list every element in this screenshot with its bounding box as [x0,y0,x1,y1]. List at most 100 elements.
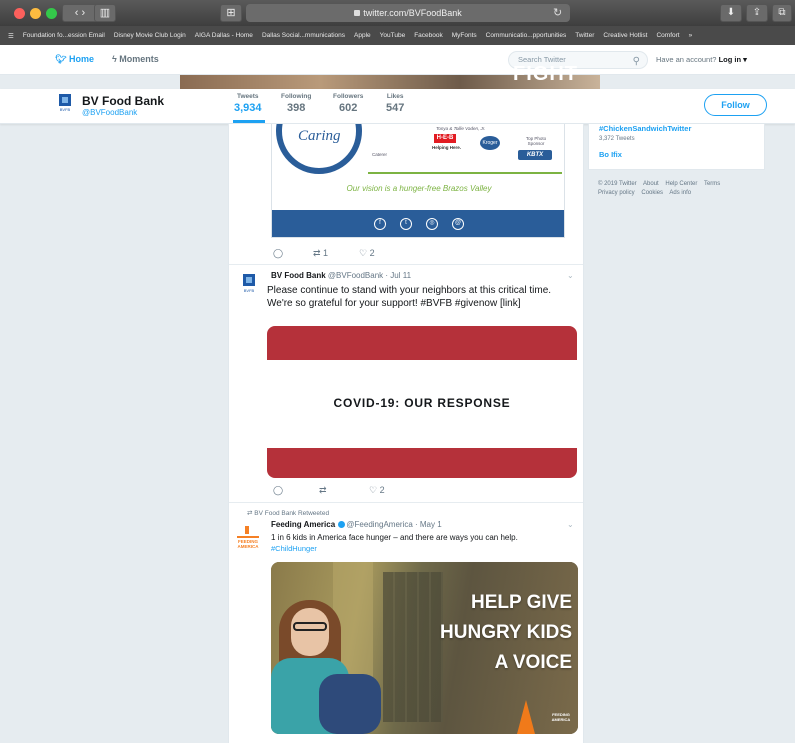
stat-followers[interactable]: Followers 602 [333,93,363,114]
share-icon[interactable]: ⇪ [746,4,768,22]
retweet-icon[interactable]: ⇄ 1 [313,248,328,259]
tweet-divider [229,502,583,503]
bookmarks-bar: ☰ Foundation fo...ession Email Disney Mo… [0,26,795,45]
lightning-icon: ϟ [112,54,117,64]
like-icon[interactable]: ♡ 2 [359,248,375,259]
profile-avatar[interactable]: BVFB [56,94,74,112]
tweet-image-card[interactable]: Caring Tonya & Tollie Vaden, Jr. H-E-B H… [271,124,565,238]
feeding-america-mark: FEEDING AMERICA [551,712,571,722]
chevron-down-icon[interactable]: ⌄ [567,520,574,529]
kbtx-logo: KBTX [518,150,552,160]
footer-link-ads[interactable]: Ads info [669,190,691,196]
image-headline: HELP GIVE [470,592,572,613]
instagram-icon: ◎ [426,218,438,230]
follow-button[interactable]: Follow [704,94,767,116]
address-bar[interactable]: twitter.com/BVFoodBank [246,4,570,22]
bookmark-item[interactable]: Comfort [656,32,679,39]
timeline: Caring Tonya & Tollie Vaden, Jr. H-E-B H… [228,124,584,743]
bookmark-item[interactable]: MyFonts [452,32,477,39]
verified-icon [338,521,346,528]
bookmark-item[interactable]: Dallas Social...mmunications [262,32,345,39]
bookmark-item[interactable]: Apple [354,32,371,39]
banner-text: FIGHT [513,63,578,85]
new-tab-icon[interactable]: ⧉ [772,4,792,22]
bookmark-item[interactable]: Facebook [414,32,443,39]
retweet-context[interactable]: ⇄ BV Food Bank Retweeted [247,509,329,517]
stat-likes[interactable]: Likes 547 [386,93,404,114]
nav-moments[interactable]: ϟ Moments [112,54,159,64]
retweet-icon: ⇄ [247,510,253,517]
hashtag-link[interactable]: #ChildHunger [271,544,317,553]
reload-icon[interactable]: ↻ [553,4,562,22]
bookmark-item[interactable]: Communicatio...pportunities [486,32,567,39]
stat-tweets[interactable]: Tweets 3,934 [234,93,262,114]
heb-logo: H-E-B [434,134,456,143]
facebook-icon: f [374,218,386,230]
search-icon[interactable]: ⚲ [633,54,640,70]
sidebar-toggle-icon[interactable]: ▥ [94,4,116,22]
copyright: © 2019 Twitter [598,181,637,187]
download-icon[interactable]: ⬇ [720,4,742,22]
trend-count: 3,372 Tweets [599,136,635,142]
avatar[interactable]: FEEDING AMERICA [235,526,261,549]
tweet-author[interactable]: BV Food Bank @BVFoodBank · Jul 11 [271,271,411,280]
trends-card: #ChickenSandwichTwitter 3,372 Tweets Bo … [588,124,765,170]
footer-link-privacy[interactable]: Privacy policy [598,190,635,196]
tweet-author[interactable]: Feeding America @FeedingAmerica · May 1 [271,520,442,529]
like-icon[interactable]: ♡ 2 [369,485,385,496]
bookmarks-list-icon[interactable]: ☰ [8,32,14,40]
back-forward-buttons[interactable]: ‹ › [62,4,98,22]
image-headline: COVID-19: OUR RESPONSE [333,396,511,410]
trend-link[interactable]: Bo Ifix [599,150,622,159]
bookmark-item[interactable]: YouTube [380,32,406,39]
close-window-button[interactable] [14,8,25,19]
chevron-down-icon[interactable]: ⌄ [567,271,574,280]
bookmark-item[interactable]: Disney Movie Club Login [114,32,186,39]
footer-link-cookies[interactable]: Cookies [641,190,663,196]
social-bar: f t ◎ @ [272,210,564,237]
reply-icon[interactable]: ◯ [273,485,283,496]
profile-name[interactable]: BV Food Bank [82,94,164,108]
twitter-bird-icon: 🐦︎ [55,54,67,64]
tweet-actions: ◯ ⇄ 1 ♡ 2 [273,248,473,262]
bookmark-item[interactable]: AIGA Dallas - Home [195,32,253,39]
zoom-window-button[interactable] [46,8,57,19]
tweet-image[interactable]: COVID-19: OUR RESPONSE [267,326,577,478]
bookmark-item[interactable]: Creative Hotlist [603,32,647,39]
bookmarks-overflow-icon[interactable]: » [689,32,693,39]
active-tab-indicator [233,120,265,123]
bookmark-item[interactable]: Twitter [575,32,594,39]
tweet-date[interactable]: Jul 11 [390,271,411,280]
login-prompt: Have an account? Log in ▾ [656,55,747,64]
chevron-down-icon[interactable]: ▾ [741,55,747,64]
divider [368,172,562,174]
profile-nav: BVFB BV Food Bank @BVFoodBank Tweets 3,93… [0,89,795,124]
footer-link-help[interactable]: Help Center [665,181,697,187]
caring-text: Caring [298,128,341,144]
tweet-date[interactable]: May 1 [420,520,442,529]
twitter-icon: t [400,218,412,230]
tab-overview-icon[interactable]: ⊞ [220,4,242,22]
stat-following[interactable]: Following 398 [281,93,311,114]
bookmark-item[interactable]: Foundation fo...ession Email [23,32,105,39]
footer-links: © 2019 Twitter About Help Center Terms P… [598,180,758,198]
login-link[interactable]: Log in [719,55,742,64]
address-bar-url: twitter.com/BVFoodBank [363,8,462,18]
profile-handle[interactable]: @BVFoodBank [82,108,137,117]
tweet-text: 1 in 6 kids in America face hunger – and… [271,533,518,542]
trend-link[interactable]: #ChickenSandwichTwitter [599,124,691,133]
retweet-icon[interactable]: ⇄ [319,485,327,496]
reply-icon[interactable]: ◯ [273,248,283,259]
footer-link-about[interactable]: About [643,181,659,187]
browser-chrome: ‹ › ▥ ⊞ twitter.com/BVFoodBank ↻ ⬇ ⇪ ⧉ ☰… [0,0,795,45]
nav-home[interactable]: 🐦︎ Home [55,54,94,65]
traffic-cone [517,700,535,734]
tweet-image[interactable]: HELP GIVE HUNGRY KIDS A VOICE FEEDING AM… [271,562,578,734]
footer-link-terms[interactable]: Terms [704,181,720,187]
vision-text: Our vision is a hunger-free Brazos Valle… [346,184,492,193]
avatar[interactable]: BVFB [237,272,261,296]
twitter-top-bar: 🐦︎ Home ϟ Moments Search Twitter ⚲ Have … [0,45,795,75]
kroger-logo: Kroger [480,136,500,150]
minimize-window-button[interactable] [30,8,41,19]
lock-icon [354,10,361,16]
